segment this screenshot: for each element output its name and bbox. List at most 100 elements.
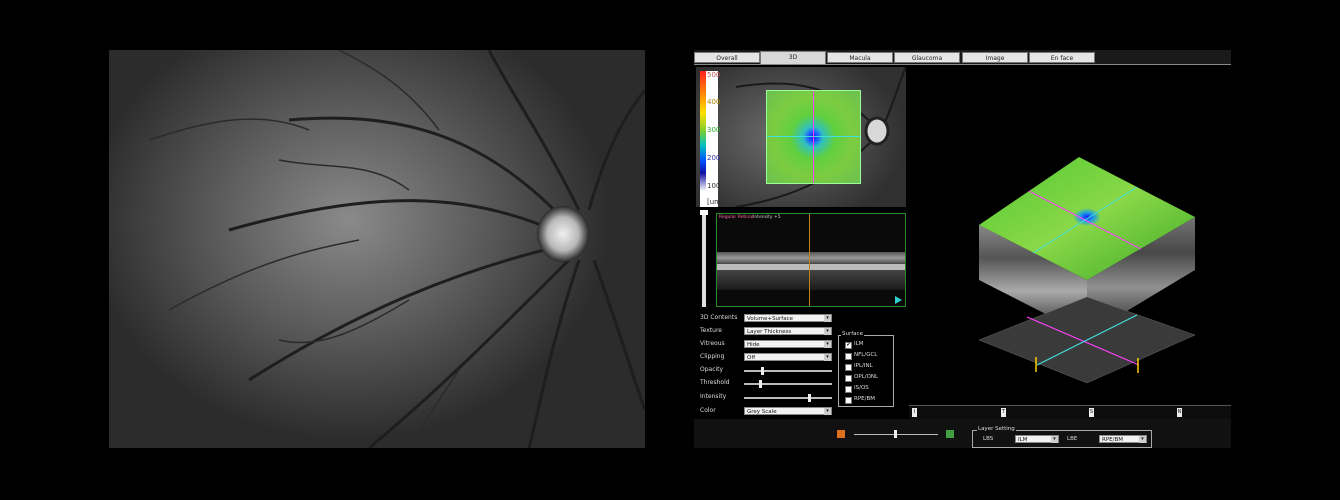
color-select[interactable]: Grey Scale ▾ — [744, 407, 832, 415]
opacity-row: Opacity — [700, 365, 723, 375]
thickness-map-overlay[interactable] — [766, 90, 861, 184]
colorbar-tick: 300 — [707, 126, 721, 134]
thickness-colorbar: 500 400 300 200 100 [um] — [700, 71, 724, 207]
vitreous-value: Hide — [747, 342, 760, 348]
threshold-slider[interactable] — [744, 380, 832, 388]
chevron-down-icon: ▾ — [1139, 436, 1146, 443]
nfl-gcl-checkbox[interactable] — [845, 353, 852, 360]
color-value: Grey Scale — [747, 409, 777, 415]
clipping-row: Clipping — [700, 352, 724, 362]
colorbar-unit: [um] — [707, 198, 724, 206]
enface-fundus-thumbnail[interactable]: 500 400 300 200 100 [um] — [696, 67, 906, 207]
contents-value: Volume+Surface — [747, 316, 794, 322]
opacity-slider[interactable] — [744, 367, 832, 375]
left-panel: 500 400 300 200 100 [um] Regular Retinal… — [694, 65, 910, 407]
fovea-pit — [1073, 208, 1101, 226]
lbs-select[interactable]: ILM ▾ — [1015, 435, 1059, 443]
surface-group: Surface ✔ ILM NFL/GCL IPL/INL OPL/ONL IS/… — [838, 331, 894, 407]
lbe-label: LBE — [1067, 436, 1078, 442]
tab-image[interactable]: Image — [962, 52, 1028, 63]
ipl-inl-label: IPL/INL — [854, 363, 873, 369]
contents-label: 3D Contents — [700, 314, 738, 321]
is-os-label: IS/OS — [854, 385, 869, 391]
bscan-title: Regular Retinal — [719, 215, 754, 220]
tab-en-face[interactable]: En face — [1029, 52, 1095, 63]
opl-onl-checkbox[interactable] — [845, 375, 852, 382]
vertical-scan-line — [813, 91, 814, 183]
3d-render — [978, 157, 1196, 384]
clipping-label: Clipping — [700, 353, 725, 360]
bscan-cursor-line — [809, 214, 810, 306]
texture-label: Texture — [700, 327, 722, 334]
retinal-vessels — [148, 50, 645, 448]
color-label: Color — [700, 407, 716, 414]
fundus-photo — [109, 50, 645, 448]
colorbar-tick: 200 — [707, 154, 721, 162]
thumbnail-optic-disc — [864, 116, 890, 146]
clipping-select[interactable]: Off ▾ — [744, 353, 832, 361]
ipl-inl-checkbox[interactable] — [845, 364, 852, 371]
threshold-knob[interactable] — [759, 380, 763, 388]
slider-handle[interactable] — [700, 210, 708, 215]
colorbar-tick: 400 — [707, 98, 721, 106]
orientation-ruler: I T S N — [909, 405, 1231, 420]
rpe-bm-label: RPE/BM — [854, 396, 875, 402]
intensity-knob[interactable] — [807, 394, 811, 402]
vitreous-select[interactable]: Hide ▾ — [744, 340, 832, 348]
ruler-marker[interactable]: S — [1089, 408, 1094, 417]
intensity-slider[interactable] — [744, 394, 832, 402]
chevron-down-icon: ▾ — [824, 341, 831, 348]
clipping-value: Off — [747, 355, 756, 361]
texture-row: Texture — [700, 326, 722, 336]
contents-row: 3D Contents — [700, 313, 737, 323]
ilm-checkbox[interactable]: ✔ — [845, 342, 852, 349]
colorbar-tick: 500 — [707, 71, 721, 79]
opl-onl-label: OPL/ONL — [854, 374, 879, 380]
intensity-row: Intensity — [700, 392, 726, 402]
rpe-bm-checkbox[interactable] — [845, 397, 852, 404]
colorbar-tick: 100 — [707, 182, 721, 190]
bscan-viewer[interactable]: Regular Retinal Intensity +5 — [716, 213, 906, 307]
tab-overall[interactable]: Overall — [694, 52, 760, 63]
texture-select[interactable]: Layer Thickness ▾ — [744, 327, 832, 335]
zoom-slider[interactable] — [854, 430, 938, 438]
contents-select[interactable]: Volume+Surface ▾ — [744, 314, 832, 322]
chevron-down-icon: ▾ — [824, 315, 831, 322]
3d-volume-view[interactable] — [909, 65, 1231, 405]
is-os-checkbox[interactable] — [845, 386, 852, 393]
lbe-value: RPE/BM — [1102, 437, 1123, 443]
volume-large-icon[interactable] — [946, 430, 954, 438]
chevron-down-icon: ▾ — [824, 408, 831, 415]
ilm-label: ILM — [854, 341, 864, 347]
opacity-label: Opacity — [700, 366, 724, 373]
zoom-knob[interactable] — [894, 430, 897, 438]
lbe-select[interactable]: RPE/BM ▾ — [1099, 435, 1147, 443]
bscan-position-slider[interactable] — [700, 210, 708, 307]
chevron-down-icon: ▾ — [824, 328, 831, 335]
retina-layer — [717, 252, 905, 264]
vitreous-label: Vitreous — [700, 340, 725, 347]
lbs-label: LBS — [983, 436, 994, 442]
bscan-subtitle: Intensity +5 — [753, 215, 781, 220]
oct-viewer-window: Overall 3D Macula Glaucoma Image En face 500 … — [694, 50, 1231, 448]
ruler-marker[interactable]: N — [1177, 408, 1182, 417]
volume-small-icon[interactable] — [837, 430, 845, 438]
texture-value: Layer Thickness — [747, 329, 792, 335]
tab-glaucoma[interactable]: Glaucoma — [894, 52, 960, 63]
tab-macula[interactable]: Macula — [827, 52, 893, 63]
ruler-marker[interactable]: T — [1001, 408, 1006, 417]
chevron-down-icon: ▾ — [1051, 436, 1058, 443]
threshold-row: Threshold — [700, 378, 730, 388]
opacity-knob[interactable] — [761, 367, 764, 375]
layer-setting-group: Layer Setting LBS ILM ▾ LBE RPE/BM ▾ — [972, 426, 1152, 448]
ruler-marker[interactable]: I — [912, 408, 917, 417]
surface-title: Surface — [841, 331, 864, 337]
tab-3d[interactable]: 3D — [760, 51, 826, 64]
tab-bar: Overall 3D Macula Glaucoma Image En face — [694, 50, 1231, 65]
color-row: Color — [700, 406, 716, 416]
play-icon[interactable] — [895, 296, 902, 304]
nfl-gcl-label: NFL/GCL — [854, 352, 878, 358]
choroid-layer — [717, 270, 905, 290]
chevron-down-icon: ▾ — [824, 354, 831, 361]
vitreous-row: Vitreous — [700, 339, 725, 349]
